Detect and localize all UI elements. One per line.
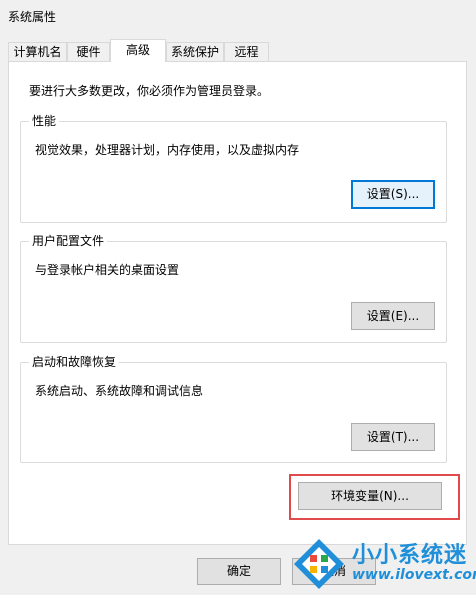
user-profiles-description: 与登录帐户相关的桌面设置 xyxy=(35,263,180,277)
watermark-url: www.ilovext.com xyxy=(352,567,476,583)
tab-computer-name[interactable]: 计算机名 xyxy=(8,42,67,61)
watermark-brand: 小小系统迷 xyxy=(352,543,468,568)
startup-recovery-title: 启动和故障恢复 xyxy=(29,354,120,370)
tab-hardware[interactable]: 硬件 xyxy=(67,42,110,61)
user-profiles-title: 用户配置文件 xyxy=(29,233,108,249)
user-profiles-settings-button[interactable]: 设置(E)... xyxy=(351,302,435,330)
performance-title: 性能 xyxy=(29,113,60,129)
tab-system-protection[interactable]: 系统保护 xyxy=(166,42,224,61)
startup-recovery-description: 系统启动、系统故障和调试信息 xyxy=(35,384,204,398)
startup-recovery-settings-button[interactable]: 设置(T)... xyxy=(351,423,435,451)
highlight-annotation xyxy=(289,474,460,520)
ok-button[interactable]: 确定 xyxy=(197,558,281,585)
tab-advanced[interactable]: 高级 xyxy=(110,39,166,62)
performance-settings-button[interactable]: 设置(S)... xyxy=(351,180,435,209)
performance-description: 视觉效果，处理器计划，内存使用，以及虚拟内存 xyxy=(35,143,300,157)
window-title: 系统属性 xyxy=(8,10,57,24)
admin-note: 要进行大多数更改，你必须作为管理员登录。 xyxy=(29,84,270,98)
watermark-logo-icon xyxy=(294,539,344,589)
tab-remote[interactable]: 远程 xyxy=(224,42,269,61)
watermark: 小小系统迷 www.ilovext.com xyxy=(290,531,476,595)
